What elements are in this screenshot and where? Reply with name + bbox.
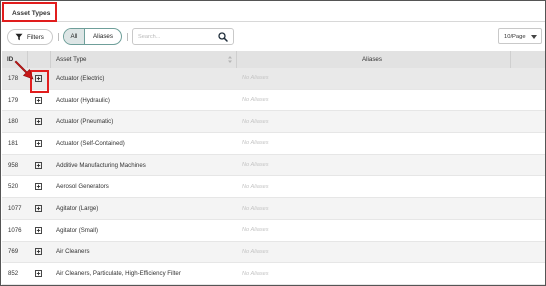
table-header: ID Asset Type Aliases (2, 51, 545, 68)
tab-label: Asset Types (12, 10, 51, 17)
tab-bar: Asset Types (1, 1, 545, 22)
expand-plus-icon[interactable] (35, 226, 42, 234)
cell-asset-type: Air Cleaners, Particulate, High-Efficien… (56, 270, 181, 278)
cell-aliases: No Aliases (242, 118, 269, 125)
cell-asset-type: Additive Manufacturing Machines (56, 161, 146, 169)
expand-plus-icon[interactable] (35, 248, 42, 256)
table-row[interactable]: 520 Aerosol Generators No Aliases (2, 177, 545, 199)
search-input[interactable]: Search... (132, 28, 234, 45)
cell-id: 958 (8, 161, 19, 169)
table-row[interactable]: 180 Actuator (Pneumatic) No Aliases (2, 111, 545, 134)
table-row[interactable]: 769 Air Cleaners No Aliases (2, 241, 545, 264)
column-divider (50, 51, 51, 68)
per-page-value: 10/Page (504, 34, 526, 40)
filter-icon (15, 33, 23, 41)
chevron-down-icon (531, 35, 537, 39)
table-row[interactable]: 181 Actuator (Self-Contained) No Aliases (2, 133, 545, 155)
cell-id: 1076 (8, 226, 22, 234)
cell-id: 179 (8, 96, 19, 104)
expand-plus-icon[interactable] (35, 205, 42, 212)
cell-aliases: No Aliases (242, 183, 269, 190)
table-row[interactable]: 1076 Agitator (Small) No Aliases (2, 220, 545, 242)
cell-id: 181 (8, 139, 19, 147)
expand-plus-icon[interactable] (35, 96, 42, 104)
expand-plus-icon[interactable] (35, 161, 42, 169)
expand-plus-icon[interactable] (35, 270, 42, 278)
column-header-asset-type[interactable]: Asset Type (56, 51, 87, 68)
cell-asset-type: Agitator (Small) (56, 226, 98, 234)
divider (58, 33, 59, 41)
column-divider (510, 51, 511, 68)
cell-asset-type: Actuator (Pneumatic) (56, 118, 114, 126)
search-icon[interactable] (218, 32, 228, 42)
segment-aliases-button[interactable]: Aliases (85, 29, 121, 44)
cell-aliases: No Aliases (242, 205, 269, 212)
search-placeholder: Search... (138, 34, 161, 40)
cell-aliases: No Aliases (242, 75, 269, 82)
cell-asset-type: Actuator (Electric) (56, 74, 105, 82)
expand-plus-icon[interactable] (35, 183, 42, 191)
column-divider (236, 51, 237, 68)
expand-plus-icon[interactable] (35, 139, 42, 147)
cell-asset-type: Actuator (Hydraulic) (56, 96, 110, 104)
cell-aliases: No Aliases (242, 140, 269, 147)
cell-id: 1077 (8, 205, 22, 213)
expand-button[interactable] (35, 155, 42, 176)
cell-id: 852 (8, 270, 19, 278)
cell-aliases: No Aliases (242, 270, 269, 277)
arrow-annotation-icon (14, 60, 34, 80)
cell-aliases: No Aliases (242, 248, 269, 255)
cell-aliases: No Aliases (242, 227, 269, 234)
column-header-aliases[interactable]: Aliases (362, 51, 382, 68)
app-frame: Asset Types Filters All Aliases Search..… (0, 0, 546, 286)
table-row[interactable]: 852 Air Cleaners, Particulate, High-Effi… (2, 263, 545, 285)
tab-asset-types[interactable]: Asset Types (2, 2, 57, 22)
expand-button[interactable] (35, 111, 42, 132)
view-segment-control: All Aliases (63, 28, 122, 45)
sort-icon[interactable] (228, 56, 232, 63)
expand-button[interactable] (35, 198, 42, 219)
filters-button[interactable]: Filters (7, 29, 53, 45)
divider (127, 33, 128, 41)
cell-id: 769 (8, 248, 19, 256)
cell-asset-type: Aerosol Generators (56, 183, 109, 191)
cell-aliases: No Aliases (242, 97, 269, 104)
expand-plus-icon[interactable] (35, 118, 42, 126)
expand-button[interactable] (35, 177, 42, 198)
cell-asset-type: Actuator (Self-Contained) (56, 139, 125, 147)
per-page-select[interactable]: 10/Page (498, 28, 542, 44)
cell-asset-type: Air Cleaners (56, 248, 90, 256)
expand-button[interactable] (35, 263, 42, 284)
expand-button[interactable] (35, 133, 42, 154)
segment-all-button[interactable]: All (64, 29, 85, 44)
table-row[interactable]: 178 Actuator (Electric) No Aliases (2, 68, 545, 90)
filters-label: Filters (27, 33, 44, 41)
table-row[interactable]: 958 Additive Manufacturing Machines No A… (2, 154, 545, 177)
table-row[interactable]: 1077 Agitator (Large) No Aliases (2, 198, 545, 220)
cell-aliases: No Aliases (242, 162, 269, 169)
cell-id: 180 (8, 118, 19, 126)
expand-button[interactable] (35, 220, 42, 241)
cell-asset-type: Agitator (Large) (56, 205, 99, 213)
table-row[interactable]: 179 Actuator (Hydraulic) No Aliases (2, 90, 545, 112)
expand-button[interactable] (35, 242, 42, 263)
cell-id: 520 (8, 183, 19, 191)
